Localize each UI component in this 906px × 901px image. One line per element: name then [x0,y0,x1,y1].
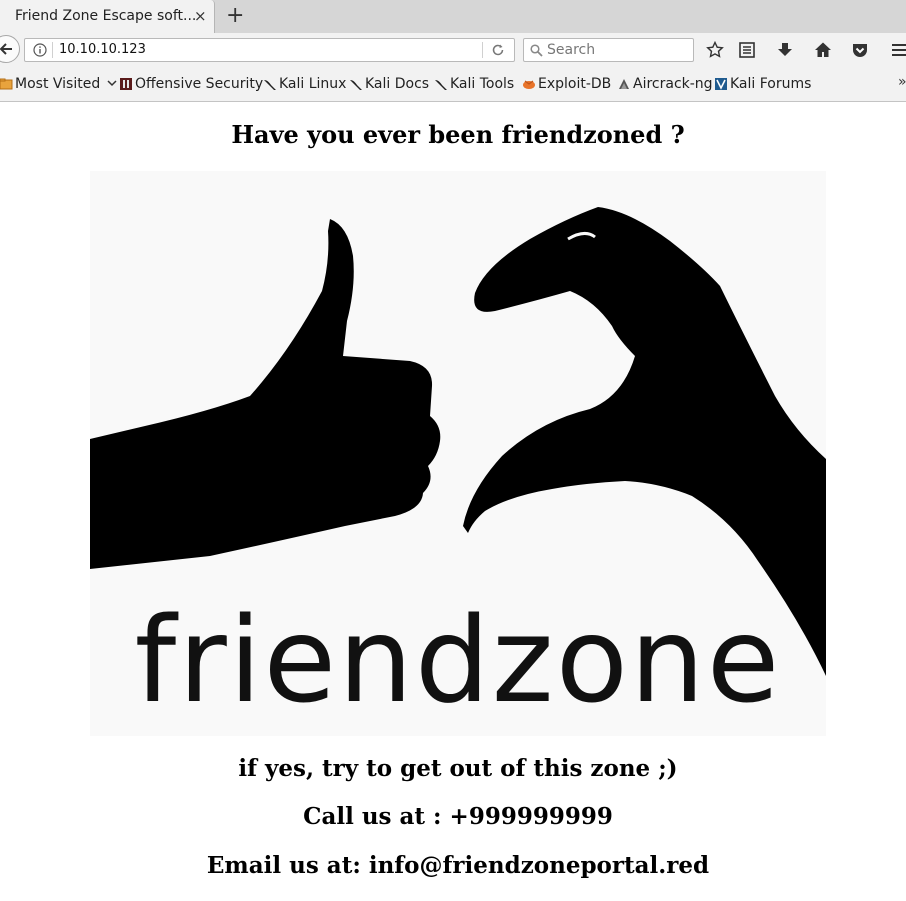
search-icon [530,44,543,57]
url-bar[interactable]: 10.10.10.123 [24,38,515,62]
kali-dragon-icon [264,80,276,90]
bookmark-exploit-db[interactable]: Exploit-DB [522,76,611,92]
bookmark-label: Kali Forums [730,76,812,92]
search-bar[interactable]: Search [523,38,694,62]
bookmark-kali-docs[interactable]: Kali Docs [349,76,429,92]
browser-tab[interactable]: Friend Zone Escape soft... × [0,0,215,33]
kali-dragon-icon [435,80,447,90]
reader-list-icon[interactable] [738,41,756,59]
chevron-down-icon [107,80,117,87]
offsec-icon [120,78,132,90]
tab-title: Friend Zone Escape soft... [15,8,197,24]
pocket-icon[interactable] [851,41,869,59]
friendzone-illustration: friendzone [90,207,826,729]
tab-close-icon[interactable]: × [194,7,207,25]
menu-icon[interactable] [892,41,906,59]
bookmark-label: Exploit-DB [538,76,612,92]
exploitdb-icon [523,80,535,89]
bookmark-aircrack-ng[interactable]: Aircrack-ng [617,76,713,92]
reload-icon[interactable] [491,43,505,57]
friendzone-logo-text: friendzone [135,591,782,729]
bookmark-kali-linux[interactable]: Kali Linux [263,76,346,92]
page-content: Have you ever been friendzoned ? friendz… [0,103,906,901]
bookmark-kali-forums[interactable]: Kali Forums [714,76,811,92]
home-icon[interactable] [814,41,832,59]
info-icon[interactable] [33,43,47,57]
tagline: if yes, try to get out of this zone ;) [238,755,678,782]
bookmark-label: Aircrack-ng [633,76,713,92]
bookmark-star-icon[interactable] [706,41,724,59]
kali-forums-icon [715,78,727,90]
url-divider [52,42,53,58]
kali-dragon-icon [350,80,362,90]
url-text[interactable]: 10.10.10.123 [59,42,146,57]
new-tab-icon[interactable]: + [226,3,244,29]
bookmark-label: Kali Docs [365,76,430,92]
bookmark-label: Kali Tools [450,76,515,92]
bookmark-label: Offensive Security [135,76,264,92]
aircrack-icon [619,79,629,89]
back-arrow-icon [0,43,12,55]
phone-line: Call us at : +999999999 [303,803,613,830]
bookmark-kali-tools[interactable]: Kali Tools [434,76,514,92]
friendzone-image: friendzone [90,171,826,736]
download-icon[interactable] [776,41,794,59]
tab-strip: Friend Zone Escape soft... × + [0,0,906,34]
bookmark-label: Most Visited [15,76,101,92]
bookmark-label: Kali Linux [279,76,347,92]
bookmark-offensive-security[interactable]: Offensive Security [119,76,263,92]
navigation-bar: 10.10.10.123 Search [0,33,906,66]
folder-icon [0,78,13,90]
thumbs-up-hand-silhouette [90,219,441,569]
search-placeholder: Search [547,42,596,58]
reload-divider [482,42,483,58]
bookmarks-toolbar: Most Visited Offensive Security Kali Lin… [0,66,906,102]
bookmark-most-visited[interactable]: Most Visited [0,76,117,92]
email-line: Email us at: info@friendzoneportal.red [206,852,710,879]
back-button[interactable] [0,35,20,63]
bookmarks-overflow-icon[interactable]: » [898,74,906,90]
page-heading: Have you ever been friendzoned ? [231,120,685,149]
